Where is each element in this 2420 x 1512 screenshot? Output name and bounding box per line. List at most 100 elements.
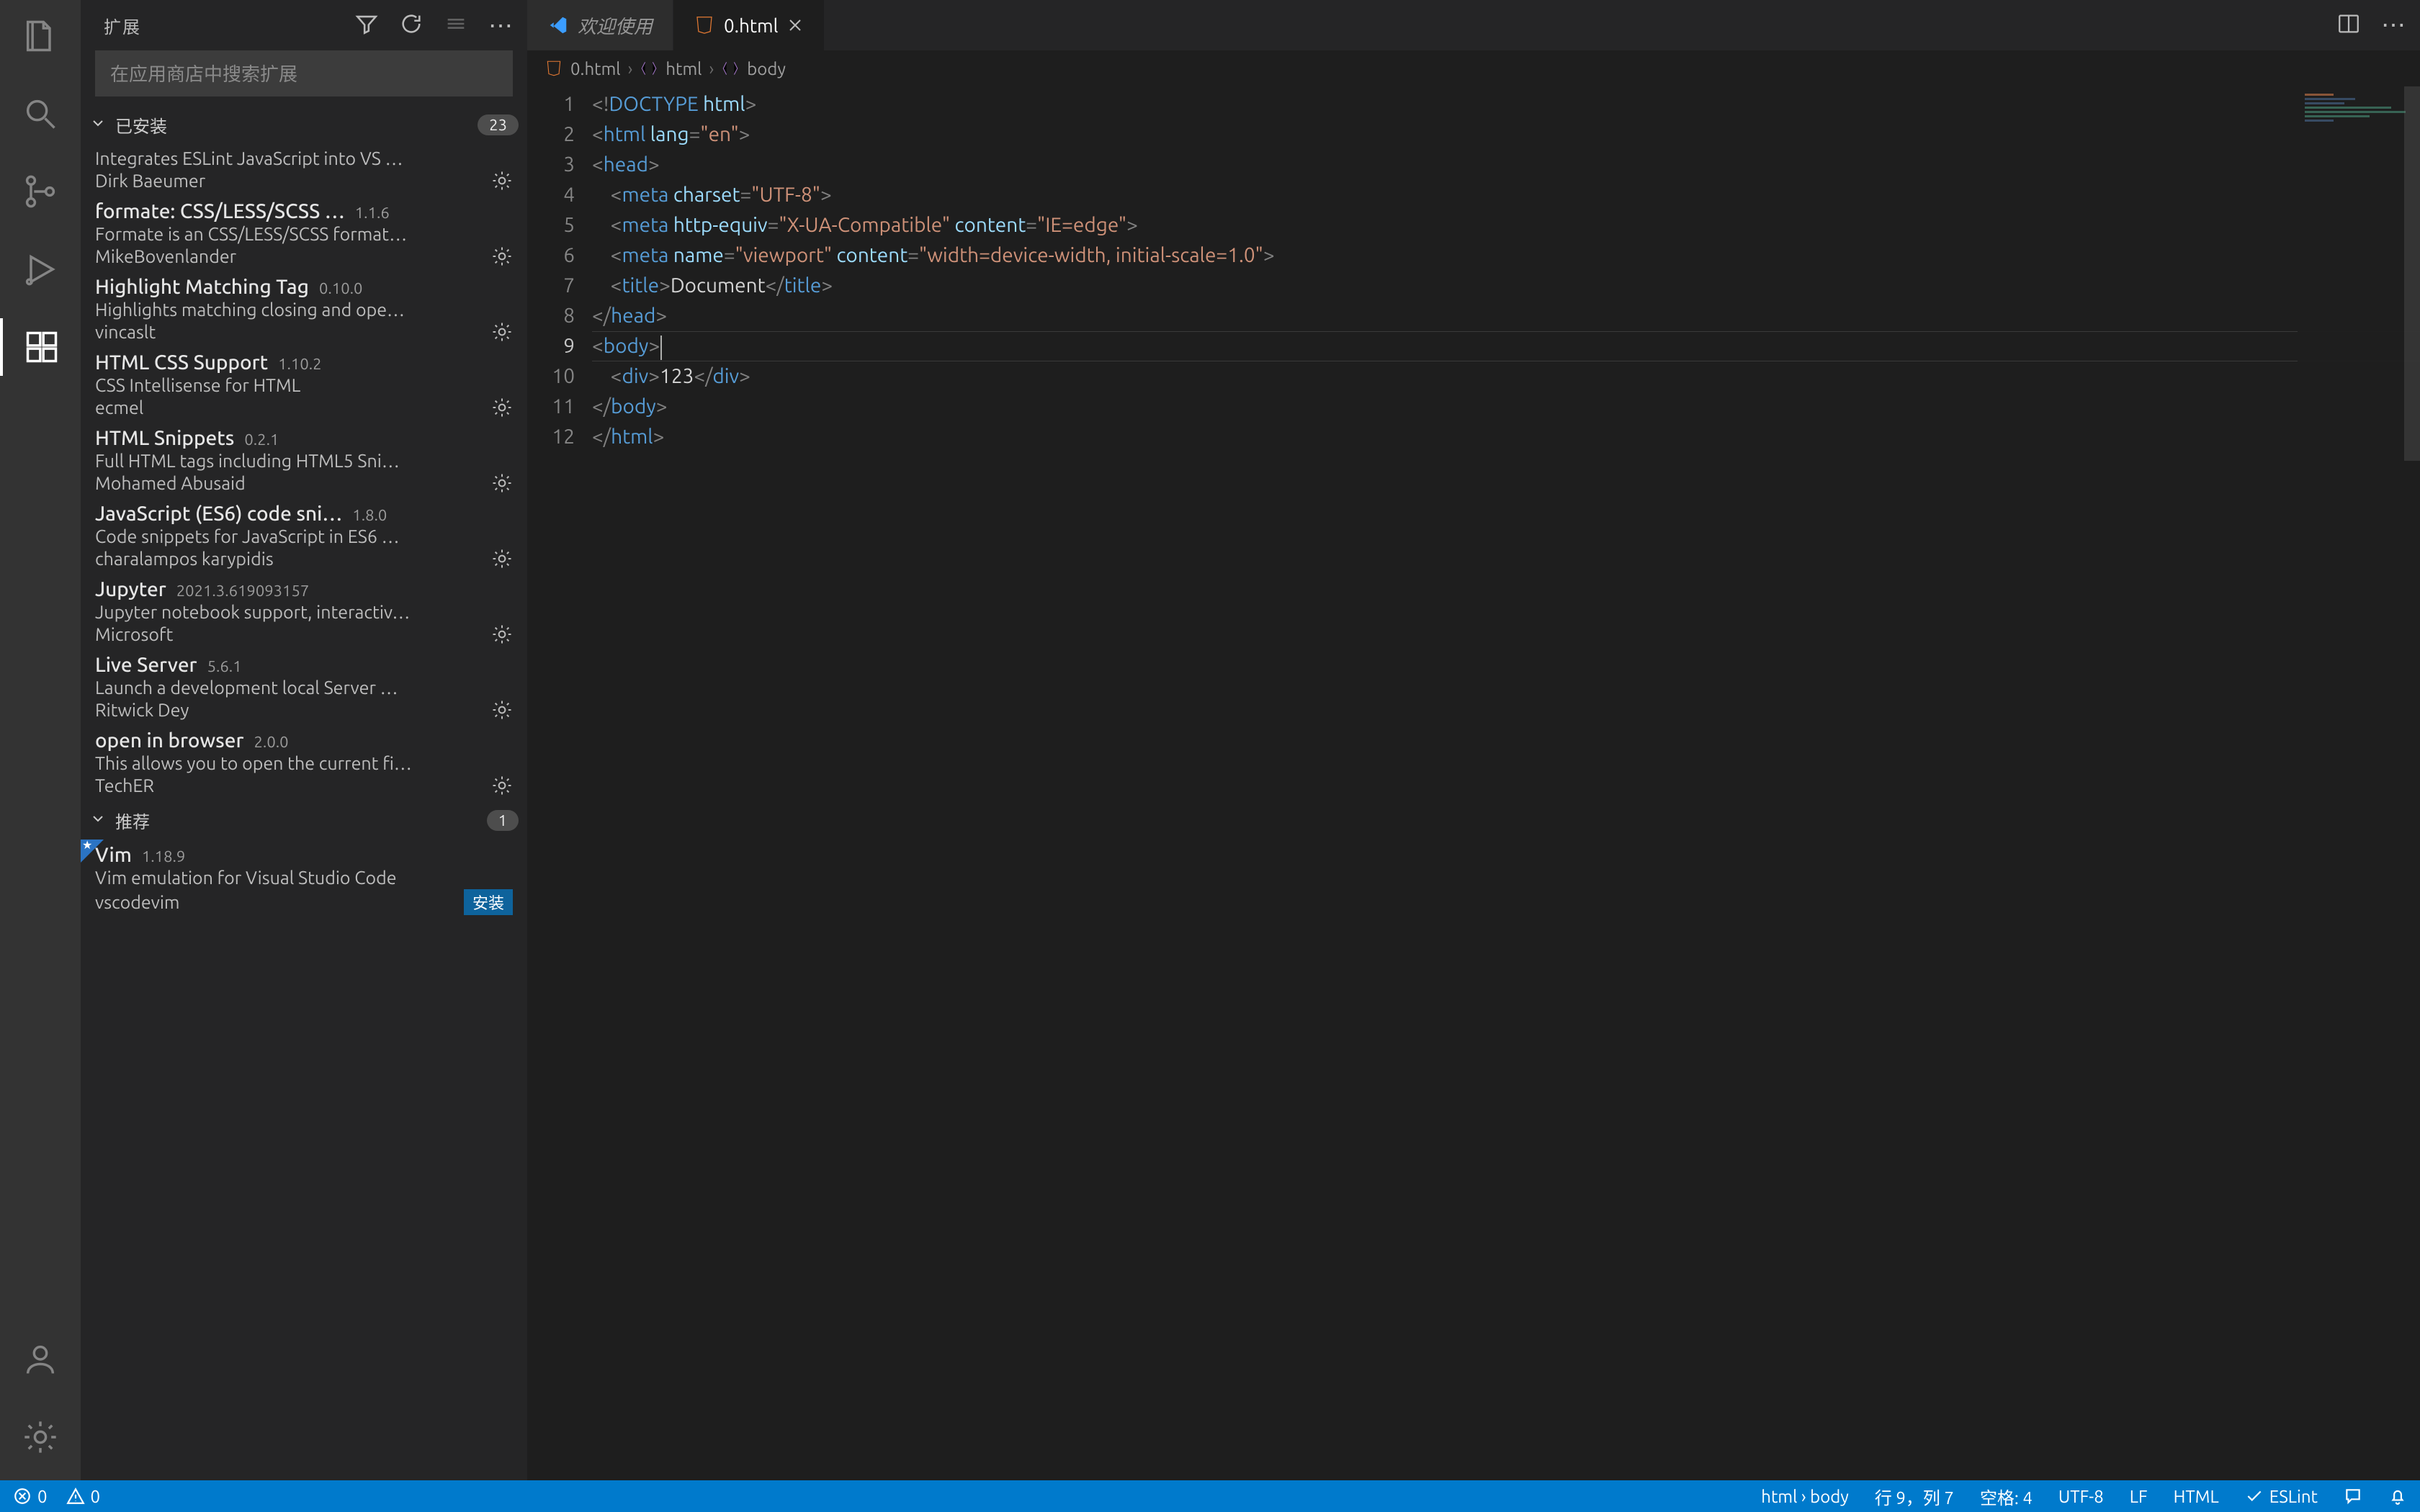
extension-item[interactable]: Live Server5.6.1Launch a development loc…: [81, 649, 527, 725]
code-content[interactable]: <!DOCTYPE html><html lang="en"><head> <m…: [592, 86, 2420, 1480]
status-eslint[interactable]: ESLint: [2242, 1480, 2321, 1512]
filter-button[interactable]: [354, 12, 379, 40]
brackets-icon: [640, 59, 658, 78]
extension-item[interactable]: HTML CSS Support1.10.2CSS Intellisense f…: [81, 347, 527, 423]
code-line[interactable]: <meta name="viewport" content="width=dev…: [592, 240, 2420, 271]
status-errors[interactable]: 0: [10, 1480, 50, 1512]
activity-account[interactable]: [0, 1331, 81, 1388]
gear-icon[interactable]: [491, 321, 513, 343]
code-line[interactable]: <body>: [592, 331, 2420, 361]
overview-ruler[interactable]: [2404, 86, 2420, 1480]
extension-author: ecmel: [95, 397, 143, 418]
gear-icon: [22, 1418, 59, 1456]
section-installed-header[interactable]: 已安装 23: [81, 105, 527, 144]
gear-icon[interactable]: [491, 699, 513, 721]
code-line[interactable]: </html>: [592, 422, 2420, 452]
search-icon: [22, 95, 59, 132]
status-bar: 0 0 html › body 行 9，列 7 空格: 4 UTF-8 LF H…: [0, 1480, 2420, 1512]
extensions-sidebar: 扩展 ⋯ 已安装 23: [81, 0, 527, 1480]
code-line[interactable]: <div>123</div>: [592, 361, 2420, 392]
gear-icon[interactable]: [491, 397, 513, 418]
refresh-button[interactable]: [399, 12, 424, 40]
status-indentation[interactable]: 空格: 4: [1977, 1480, 2035, 1512]
section-recommended-badge: 1: [487, 810, 519, 831]
activity-search[interactable]: [0, 85, 81, 143]
activity-run-debug[interactable]: [0, 240, 81, 298]
extension-item[interactable]: Integrates ESLint JavaScript into VS …Di…: [81, 144, 527, 196]
editor-more-button[interactable]: ⋯: [2381, 11, 2406, 40]
breadcrumb-part[interactable]: html: [666, 59, 702, 78]
extension-item[interactable]: open in browser2.0.0This allows you to o…: [81, 725, 527, 801]
extension-item[interactable]: Highlight Matching Tag0.10.0Highlights m…: [81, 271, 527, 347]
sidebar-header: 扩展 ⋯: [81, 0, 527, 50]
extension-description: Highlights matching closing and ope…: [95, 300, 513, 320]
run-debug-icon: [22, 251, 59, 288]
code-line[interactable]: </head>: [592, 301, 2420, 331]
account-icon: [22, 1341, 59, 1378]
close-icon[interactable]: [786, 17, 804, 34]
tab-label: 欢迎使用: [578, 12, 653, 39]
gear-icon[interactable]: [491, 472, 513, 494]
code-line[interactable]: <html lang="en">: [592, 120, 2420, 150]
code-line[interactable]: <head>: [592, 150, 2420, 180]
status-feedback[interactable]: [2341, 1480, 2365, 1512]
extension-item[interactable]: formate: CSS/LESS/SCSS …1.1.6Formate is …: [81, 196, 527, 271]
status-eol[interactable]: LF: [2127, 1480, 2151, 1512]
extension-author: Mohamed Abusaid: [95, 473, 246, 493]
chevron-right-icon: ›: [628, 59, 633, 78]
section-installed-badge: 23: [478, 114, 519, 135]
code-line[interactable]: <title>Document</title>: [592, 271, 2420, 301]
editor-area: 欢迎使用 0.html ⋯ 0.html › html › body 123456…: [527, 0, 2420, 1480]
clear-icon: [444, 12, 468, 36]
install-button[interactable]: 安装: [464, 889, 513, 915]
status-language[interactable]: HTML: [2171, 1480, 2222, 1512]
section-recommended-header[interactable]: 推荐 1: [81, 801, 527, 840]
breadcrumb[interactable]: 0.html › html › body: [527, 50, 2420, 86]
editor-tab[interactable]: 欢迎使用: [527, 0, 673, 50]
editor-tab[interactable]: 0.html: [673, 0, 825, 50]
section-recommended: 推荐 1 ★Vim1.18.9Vim emulation for Visual …: [81, 801, 527, 919]
activity-source-control[interactable]: [0, 163, 81, 220]
status-cursor-position[interactable]: 行 9，列 7: [1872, 1480, 1957, 1512]
gear-icon[interactable]: [491, 246, 513, 267]
status-notifications[interactable]: [2385, 1480, 2410, 1512]
bell-icon: [2388, 1487, 2407, 1506]
extension-version: 2021.3.619093157: [176, 582, 310, 600]
activity-settings[interactable]: [0, 1408, 81, 1466]
breadcrumb-part[interactable]: body: [747, 59, 786, 78]
line-number: 6: [527, 240, 575, 271]
minimap[interactable]: [2298, 86, 2420, 1480]
split-editor-button[interactable]: [2336, 12, 2361, 39]
gear-icon[interactable]: [491, 775, 513, 796]
extension-version: 0.2.1: [244, 431, 279, 449]
gear-icon[interactable]: [491, 548, 513, 570]
code-line[interactable]: <meta charset="UTF-8">: [592, 180, 2420, 210]
section-installed: 已安装 23 Integrates ESLint JavaScript into…: [81, 105, 527, 801]
extension-description: CSS Intellisense for HTML: [95, 375, 513, 395]
sidebar-more-button[interactable]: ⋯: [488, 13, 513, 37]
status-encoding[interactable]: UTF-8: [2056, 1480, 2107, 1512]
status-warnings[interactable]: 0: [63, 1480, 104, 1512]
code-line[interactable]: <meta http-equiv="X-UA-Compatible" conte…: [592, 210, 2420, 240]
gear-icon[interactable]: [491, 170, 513, 192]
breadcrumb-part[interactable]: 0.html: [570, 59, 621, 78]
extension-author: vincaslt: [95, 322, 156, 342]
clear-button[interactable]: [444, 12, 468, 40]
status-warnings-count: 0: [91, 1487, 101, 1506]
activity-explorer[interactable]: [0, 7, 81, 65]
extension-search-input[interactable]: [95, 50, 513, 96]
extension-item[interactable]: HTML Snippets0.2.1Full HTML tags includi…: [81, 423, 527, 498]
extension-item[interactable]: JavaScript (ES6) code sni…1.8.0Code snip…: [81, 498, 527, 574]
activity-extensions[interactable]: [0, 318, 81, 376]
code-line[interactable]: <!DOCTYPE html>: [592, 89, 2420, 120]
extension-item[interactable]: Jupyter2021.3.619093157Jupyter notebook …: [81, 574, 527, 649]
section-recommended-title: 推荐: [115, 808, 150, 833]
code-editor[interactable]: 123456789101112 <!DOCTYPE html><html lan…: [527, 86, 2420, 1480]
extension-item[interactable]: ★Vim1.18.9Vim emulation for Visual Studi…: [81, 840, 527, 919]
extension-author: vscodevim: [95, 892, 180, 912]
gear-icon[interactable]: [491, 624, 513, 645]
code-line[interactable]: </body>: [592, 392, 2420, 422]
status-dom-path[interactable]: html › body: [1758, 1480, 1852, 1512]
split-editor-icon: [2336, 12, 2361, 36]
extension-version: 1.1.6: [355, 204, 390, 222]
